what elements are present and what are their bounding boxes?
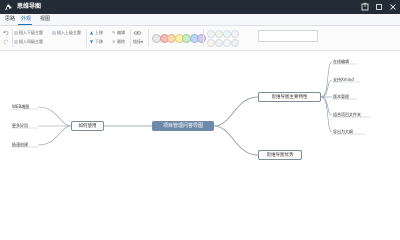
- leaf-xmind-support[interactable]: 支持Xmind: [333, 77, 354, 82]
- link-label: 链接: [133, 39, 141, 44]
- insert-parent-icon: [52, 31, 56, 35]
- search-input[interactable]: [258, 30, 318, 42]
- menu-item-appearance[interactable]: 外观: [21, 16, 31, 23]
- insert-parent-button[interactable]: 插入上级主题: [57, 30, 81, 35]
- move-up-button[interactable]: 上移: [95, 30, 103, 35]
- link-icon[interactable]: [133, 29, 142, 37]
- connector-left-leaf: [37, 125, 72, 146]
- connector-root-to-advantages: [213, 125, 259, 156]
- insert-child-icon: [14, 31, 18, 35]
- toolbar-separator: [12, 29, 13, 47]
- move-down-button[interactable]: 下移: [95, 39, 103, 44]
- app-title: 思维导图: [17, 3, 42, 10]
- edit-icon: ✎: [112, 30, 116, 35]
- leaf-easy[interactable]: 更多好用: [12, 123, 28, 128]
- leaf-quick-create[interactable]: 极速创建: [12, 142, 28, 147]
- menu-item-view[interactable]: 视图: [40, 16, 50, 23]
- app-logo-icon: [5, 4, 12, 10]
- close-icon[interactable]: [388, 2, 398, 12]
- progress-color-button[interactable]: [223, 30, 231, 38]
- connector-left-leaf: [37, 106, 72, 127]
- redo-icon[interactable]: [3, 39, 9, 45]
- progress-color-button[interactable]: [231, 30, 239, 38]
- maximize-icon[interactable]: [374, 2, 384, 12]
- priority-color-button[interactable]: [197, 34, 206, 43]
- edit-button[interactable]: 编辑: [117, 30, 125, 35]
- progress-color-button[interactable]: [215, 30, 223, 38]
- root-node[interactable]: 项目管理问答导图: [152, 121, 214, 131]
- toolbar-separator: [86, 29, 87, 47]
- menu-item-idea[interactable]: 思路: [5, 16, 15, 23]
- progress-color-button[interactable]: [207, 39, 215, 47]
- insert-child-button[interactable]: 插入下级主题: [19, 30, 43, 35]
- export-icon[interactable]: [360, 2, 370, 12]
- node-features[interactable]: 思维导图主要特性: [258, 92, 321, 102]
- delete-button[interactable]: 删除: [117, 39, 125, 44]
- leaf-online-edit[interactable]: 在线编辑: [333, 59, 349, 64]
- move-down-icon: ▼: [90, 39, 94, 44]
- leaf-project-folder[interactable]: 组合项目文件夹: [333, 112, 361, 117]
- delete-icon: ✕: [112, 39, 116, 44]
- leaf-version-mgmt[interactable]: 版本管理: [333, 94, 349, 99]
- insert-sibling-button[interactable]: 插入同级主题: [19, 39, 43, 44]
- toolbar-separator: [130, 29, 131, 47]
- toolbar-separator: [148, 29, 149, 47]
- title-bar: 思维导图: [0, 0, 400, 14]
- node-how-to-use[interactable]: 如何使用: [71, 121, 104, 131]
- move-up-icon: ▲: [90, 30, 94, 35]
- insert-sibling-icon: [14, 40, 18, 44]
- progress-color-button[interactable]: [215, 39, 223, 47]
- chevron-down-icon: ▾: [141, 39, 144, 44]
- menu-bar: 思路 外观 视图: [0, 14, 400, 26]
- progress-color-button[interactable]: [207, 30, 215, 38]
- toolbar: 插入下级主题 插入上级主题 插入同级主题 ▲ 上移 ▼ 下移 ✎ 编辑 ✕ 删除…: [0, 26, 400, 51]
- undo-icon[interactable]: [3, 30, 9, 36]
- node-advantages[interactable]: 思维导图优势: [258, 150, 302, 160]
- leaf-export-outline[interactable]: 导出为大纲: [333, 129, 353, 134]
- progress-color-button[interactable]: [223, 39, 231, 47]
- active-tab-underline: [18, 24, 32, 25]
- connector-root-to-features: [213, 96, 259, 127]
- progress-color-button[interactable]: [231, 39, 239, 47]
- mindmap-canvas[interactable]: 项目管理问答导图 如何使用 思维导图主要特性 思维导图优势 WEB端图 更多好用…: [0, 51, 400, 204]
- link-dropdown[interactable]: 链接▾: [133, 39, 143, 44]
- toolbar-separator: [203, 29, 204, 47]
- leaf-web[interactable]: WEB端图: [12, 104, 29, 109]
